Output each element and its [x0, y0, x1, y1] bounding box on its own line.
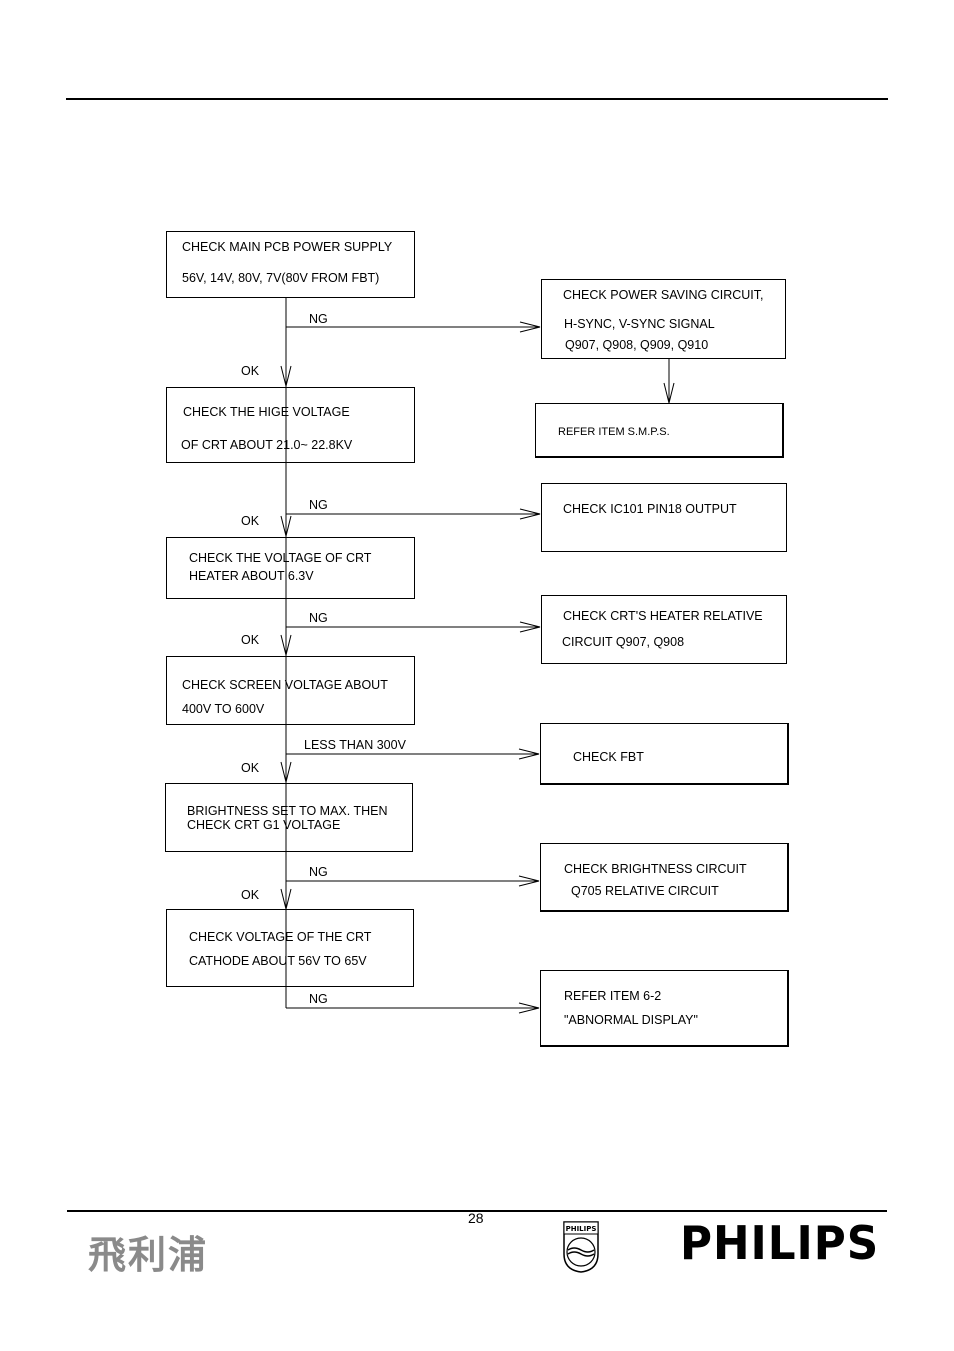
branch-label-ng: NG: [309, 992, 328, 1006]
step-text: 56V, 14V, 80V, 7V(80V FROM FBT): [182, 271, 380, 285]
branch-label-ng: NG: [309, 312, 328, 326]
ok-label: OK: [241, 888, 260, 902]
step-text: CHECK CRT G1 VOLTAGE: [187, 818, 341, 832]
side-box-ic101: [541, 483, 787, 552]
step-text: Q705 RELATIVE CIRCUIT: [571, 884, 719, 898]
branch-label-ng: NG: [309, 865, 328, 879]
side-box-heater-circuit: [541, 595, 787, 664]
step-text: Q907, Q908, Q909, Q910: [565, 338, 709, 352]
step-box-cathode: [166, 909, 414, 987]
step-text: CHECK FBT: [573, 750, 644, 764]
step-text: 400V TO 600V: [182, 702, 265, 716]
ok-label: OK: [241, 633, 260, 647]
branch-label-ng: NG: [309, 498, 328, 512]
step-text: CHECK VOLTAGE OF THE CRT: [189, 930, 372, 944]
step-text: CHECK THE VOLTAGE OF CRT: [189, 551, 372, 565]
step-text: CHECK MAIN PCB POWER SUPPLY: [182, 240, 393, 254]
ok-label: OK: [241, 514, 260, 528]
step-text: CHECK BRIGHTNESS CIRCUIT: [564, 862, 747, 876]
step-text: H-SYNC, V-SYNC SIGNAL: [564, 317, 715, 331]
step-text: "ABNORMAL DISPLAY": [564, 1013, 698, 1027]
flowchart-connectors: [280, 298, 675, 1014]
step-text: CATHODE ABOUT 56V TO 65V: [189, 954, 367, 968]
step-text: CHECK CRT'S HEATER RELATIVE: [563, 609, 763, 623]
step-text: CHECK IC101 PIN18 OUTPUT: [563, 502, 737, 516]
side-box-brightness: [540, 843, 789, 912]
page-number: 28: [468, 1210, 484, 1226]
ok-label: OK: [241, 761, 260, 775]
branch-label-ng: NG: [309, 611, 328, 625]
philips-wordmark-logo: PHILIPS: [680, 1216, 880, 1270]
branch-label-less-than: LESS THAN 300V: [304, 738, 406, 752]
step-text: CHECK POWER SAVING CIRCUIT,: [563, 288, 764, 302]
step-text: CHECK SCREEN VOLTAGE ABOUT: [182, 678, 388, 692]
step-text: OF CRT ABOUT 21.0~ 22.8KV: [181, 438, 353, 452]
step-text: CHECK THE HIGE VOLTAGE: [183, 405, 350, 419]
ok-label: OK: [241, 364, 260, 378]
step-text: REFER ITEM S.M.P.S.: [558, 426, 670, 438]
philips-shield-icon: PHILIPS: [563, 1221, 599, 1273]
step-text: REFER ITEM 6-2: [564, 989, 662, 1003]
step-text: HEATER ABOUT 6.3V: [189, 569, 314, 583]
svg-text:PHILIPS: PHILIPS: [566, 1225, 597, 1233]
chinese-brand-logo: 飛利浦: [88, 1233, 209, 1277]
side-box-abnormal-display: [540, 970, 789, 1047]
step-text: CIRCUIT Q907, Q908: [562, 635, 685, 649]
